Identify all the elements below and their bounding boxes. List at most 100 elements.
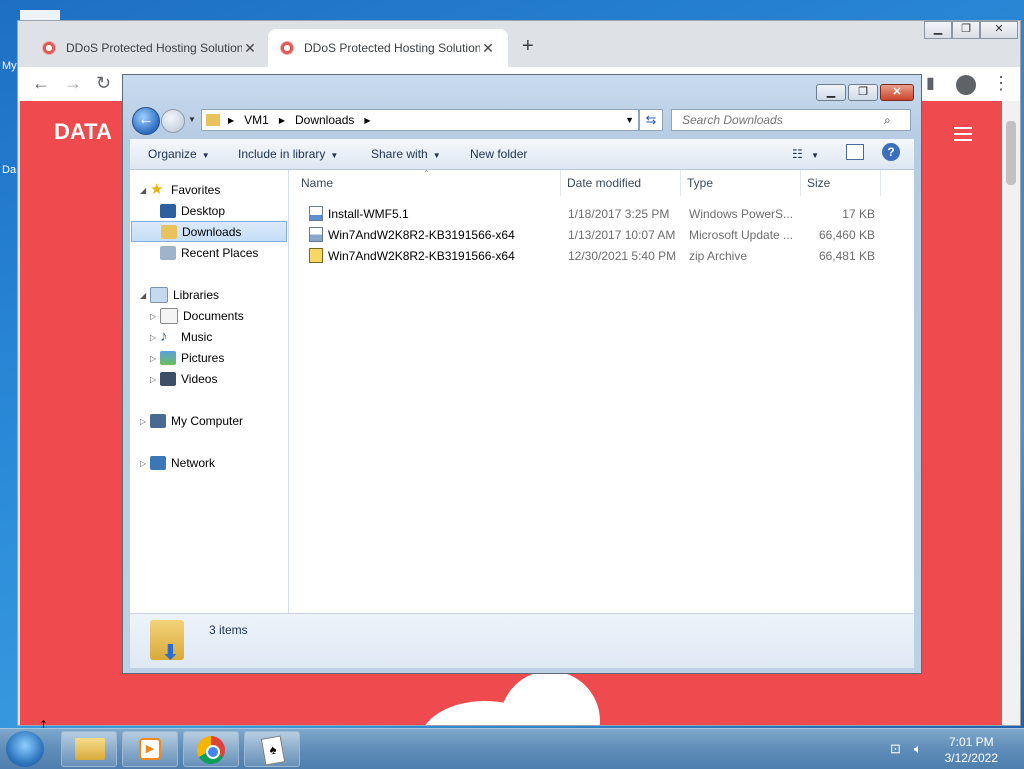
- clock-time: 7:01 PM: [948, 735, 994, 749]
- site-favicon-icon: [280, 41, 294, 55]
- file-type: Windows PowerS...: [689, 207, 794, 221]
- taskbar-solitaire-button[interactable]: ♠: [244, 731, 300, 767]
- details-pane: ⬇ 3 items: [130, 613, 914, 668]
- address-dropdown-icon[interactable]: ▼: [625, 115, 634, 125]
- forward-icon[interactable]: →: [64, 73, 82, 94]
- start-button[interactable]: [6, 731, 44, 767]
- nav-network[interactable]: ▷ Network: [130, 453, 308, 473]
- sort-ascending-icon: ⌃: [423, 169, 430, 178]
- file-list: Name ⌃ Date modified Type Size Install-WM…: [289, 169, 914, 613]
- collapsed-icon[interactable]: ▷: [140, 459, 146, 468]
- folder-icon: [75, 738, 105, 760]
- expanded-icon[interactable]: ◢: [140, 186, 146, 195]
- back-button[interactable]: ←: [132, 107, 160, 135]
- help-icon[interactable]: ?: [882, 143, 900, 161]
- share-with-menu[interactable]: Share with ▼: [371, 147, 441, 161]
- column-header-date-modified[interactable]: Date modified: [561, 170, 681, 196]
- taskbar: ▶ ♠ ⊡ 🔈︎ 7:01 PM 3/12/2022: [0, 728, 1024, 769]
- collapsed-icon[interactable]: ▷: [150, 375, 156, 384]
- collapsed-icon[interactable]: ▷: [150, 333, 156, 342]
- new-tab-icon[interactable]: +: [522, 35, 534, 58]
- browser-tab-active[interactable]: DDoS Protected Hosting Solution ✕: [268, 29, 508, 67]
- search-icon[interactable]: ⌕: [884, 113, 891, 128]
- breadcrumb-separator-icon[interactable]: ▶: [279, 116, 285, 125]
- breadcrumb-downloads[interactable]: Downloads: [295, 113, 354, 127]
- network-status-icon[interactable]: ⊡: [890, 741, 901, 757]
- file-type: zip Archive: [689, 249, 748, 263]
- collapsed-icon[interactable]: ▷: [140, 417, 146, 426]
- navigation-pane: ◢ ★ Favorites Desktop Downloads Recent P…: [130, 170, 289, 613]
- explorer-window: ▁ ❐ ✕ ← ▼ ▶ VM1 ▶ Downloads ▶ ▼ ⇆ ⌕ Orga…: [122, 74, 922, 674]
- close-button[interactable]: ✕: [980, 21, 1018, 39]
- downloads-folder-icon: [161, 224, 177, 239]
- taskbar-explorer-button[interactable]: [61, 731, 117, 767]
- volume-icon[interactable]: 🔈︎: [914, 741, 922, 757]
- documents-icon: [160, 308, 178, 324]
- forward-button[interactable]: [161, 109, 185, 133]
- explorer-close-button[interactable]: ✕: [880, 84, 914, 101]
- explorer-maximize-button[interactable]: ❐: [848, 84, 878, 101]
- command-bar: Organize ▼ Include in library ▼ Share with…: [130, 139, 914, 170]
- include-in-library-menu[interactable]: Include in library ▼: [238, 147, 338, 161]
- nav-favorites[interactable]: ◢ ★ Favorites: [130, 180, 308, 200]
- maximize-button[interactable]: ❐: [952, 21, 980, 39]
- menu-kebab-icon[interactable]: ⋮: [992, 73, 1010, 94]
- collapsed-icon[interactable]: ▷: [150, 312, 156, 321]
- pictures-icon: [160, 351, 176, 365]
- browser-tab[interactable]: DDoS Protected Hosting Solution ✕: [30, 29, 270, 67]
- search-box[interactable]: ⌕: [671, 109, 911, 131]
- nav-libraries[interactable]: ◢ Libraries: [130, 285, 308, 305]
- new-folder-button[interactable]: New folder: [470, 147, 527, 161]
- site-favicon-icon: [42, 41, 56, 55]
- profile-avatar-icon[interactable]: [956, 75, 976, 95]
- reload-icon[interactable]: ↻: [96, 73, 111, 94]
- nav-downloads[interactable]: Downloads: [131, 221, 287, 242]
- address-bar[interactable]: ▶ VM1 ▶ Downloads ▶ ▼: [201, 109, 639, 131]
- desktop-icon-label[interactable]: My: [2, 60, 17, 72]
- file-size: 66,481 KB: [818, 249, 875, 263]
- music-icon: ♪: [160, 328, 168, 345]
- taskbar-chrome-button[interactable]: [183, 731, 239, 767]
- preview-pane-icon[interactable]: [846, 144, 864, 160]
- scrollbar-thumb[interactable]: [1006, 121, 1016, 185]
- system-clock[interactable]: 7:01 PM 3/12/2022: [945, 734, 998, 766]
- refresh-button[interactable]: ⇆: [639, 109, 663, 131]
- column-header-name[interactable]: Name ⌃: [295, 169, 561, 196]
- zip-archive-icon: [309, 248, 323, 263]
- recent-pages-chevron-icon[interactable]: ▼: [188, 115, 196, 124]
- file-date: 12/30/2021 5:40 PM: [568, 249, 677, 263]
- tab-strip: DDoS Protected Hosting Solution ✕ DDoS P…: [18, 21, 1020, 67]
- file-row[interactable]: Win7AndW2K8R2-KB3191566-x64 12/30/2021 5…: [289, 246, 914, 267]
- column-header-type[interactable]: Type: [681, 170, 801, 196]
- file-row[interactable]: Install-WMF5.1 1/18/2017 3:25 PM Windows…: [289, 204, 914, 225]
- change-view-icon[interactable]: ☷ ▼: [792, 147, 819, 161]
- close-tab-icon[interactable]: ✕: [480, 40, 496, 57]
- breadcrumb-vm1[interactable]: VM1: [244, 113, 269, 127]
- expanded-icon[interactable]: ◢: [140, 291, 146, 300]
- site-brand[interactable]: DATA: [54, 119, 112, 145]
- page-scrollbar[interactable]: [1002, 101, 1020, 725]
- sidebar-icon[interactable]: ▮: [926, 73, 935, 93]
- item-count: 3 items: [209, 623, 248, 637]
- breadcrumb-separator-icon[interactable]: ▶: [228, 116, 234, 125]
- clock-date: 3/12/2022: [944, 751, 998, 765]
- explorer-minimize-button[interactable]: ▁: [816, 84, 846, 101]
- file-name: Install-WMF5.1: [328, 207, 409, 221]
- nav-my-computer[interactable]: ▷ My Computer: [130, 411, 308, 431]
- close-tab-icon[interactable]: ✕: [242, 40, 258, 57]
- taskbar-media-player-button[interactable]: ▶: [122, 731, 178, 767]
- desktop-icon-label[interactable]: Da: [2, 164, 16, 176]
- download-arrow-icon: ⬇: [162, 642, 179, 664]
- back-icon[interactable]: ←: [32, 73, 50, 94]
- collapsed-icon[interactable]: ▷: [150, 354, 156, 363]
- minimize-button[interactable]: ▁: [924, 21, 952, 39]
- search-input[interactable]: [680, 112, 884, 128]
- network-icon: [150, 456, 166, 470]
- organize-menu[interactable]: Organize ▼: [148, 147, 210, 161]
- file-row[interactable]: Win7AndW2K8R2-KB3191566-x64 1/13/2017 10…: [289, 225, 914, 246]
- hamburger-menu-icon[interactable]: [954, 123, 972, 145]
- breadcrumb-separator-icon[interactable]: ▶: [364, 116, 370, 125]
- computer-icon: [150, 414, 166, 428]
- media-player-icon: ▶: [139, 738, 161, 760]
- column-header-size[interactable]: Size: [801, 170, 881, 196]
